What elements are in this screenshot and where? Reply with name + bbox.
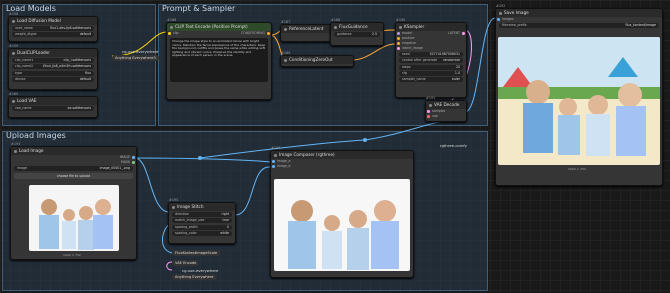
comparison-image-preview xyxy=(274,179,410,271)
node-title: VAE Decode xyxy=(426,101,466,109)
node-id: #190 xyxy=(396,18,406,22)
node-dual-clip-loader[interactable]: #159 DualCLIPLoader clip_name1 clip_l.saf… xyxy=(8,44,98,90)
steps-widget[interactable]: steps 20 xyxy=(399,64,463,70)
filename-prefix-widget[interactable]: filename_prefix flux_kontext/image xyxy=(499,23,659,29)
node-id: #159 xyxy=(9,44,19,48)
input-image-preview xyxy=(29,185,119,251)
node-vae-decode[interactable]: #191 VAE Decode samples vae xyxy=(425,96,467,122)
conditioning-output[interactable]: CONDITIONING xyxy=(167,31,271,36)
spacing-color-widget[interactable]: spacing_color white xyxy=(172,230,232,236)
image-b-input[interactable]: image_b xyxy=(271,164,413,169)
weight-dtype-widget[interactable]: weight_dtype default xyxy=(12,32,94,38)
node-title: DualCLIPLoader xyxy=(9,49,97,57)
group-title: Prompt & Sampler xyxy=(162,4,236,13)
node-title: Image Composer (rgthree) xyxy=(271,151,413,159)
node-id: #193 xyxy=(11,142,21,146)
node-id: #189 xyxy=(281,51,291,55)
node-load-image[interactable]: #193 Load Image IMAGE MASK image image_00… xyxy=(10,142,137,260)
type-widget[interactable]: type flux xyxy=(12,70,94,76)
anything-everywhere-source-tag: cg-use-everywhere xyxy=(182,268,219,273)
node-flux-kontext-image-scale[interactable]: FluxKontextImageScale xyxy=(172,250,221,256)
node-title: Image Stitch xyxy=(169,203,235,211)
node-anything-everywhere3[interactable]: Anything Everywhere3 xyxy=(112,55,159,61)
node-title: Load Diffusion Model xyxy=(9,17,97,25)
device-widget[interactable]: device default xyxy=(12,76,94,82)
seed-widget[interactable]: seed 527741967056031 xyxy=(399,52,463,58)
images-input[interactable]: images xyxy=(496,17,662,22)
output-image-preview xyxy=(498,37,660,165)
sampler-widget[interactable]: sampler_name euler xyxy=(399,76,463,82)
anything-everywhere-source-tag: cg-use-everywhere xyxy=(122,49,159,54)
vae-input[interactable]: vae xyxy=(426,114,466,119)
node-id: #194 xyxy=(271,146,281,150)
clip-name2-widget[interactable]: clip_name2 t5xxl_fp8_e4m3fn.safetensors xyxy=(12,64,94,70)
node-load-vae[interactable]: #160 Load VAE vae_name ae.safetensors xyxy=(8,92,98,118)
node-id: #195 xyxy=(169,198,179,202)
vae-name-widget[interactable]: vae_name ae.safetensors xyxy=(12,106,94,112)
image-size-caption: 1024 × 752 xyxy=(568,167,586,171)
cfg-widget[interactable]: cfg 1.0 xyxy=(399,70,463,76)
group-title: Upload Images xyxy=(6,131,66,140)
node-image-stitch[interactable]: #195 Image Stitch direction right match_i… xyxy=(168,198,236,244)
node-title: KSampler xyxy=(396,23,466,31)
image-size-caption: 1024 × 752 xyxy=(63,253,81,257)
node-flux-guidance[interactable]: #188 FluxGuidance guidance 2.5 xyxy=(330,18,384,46)
node-id: #158 xyxy=(9,12,19,16)
node-vae-encode[interactable]: VAE Encode xyxy=(172,260,200,266)
node-title: FluxGuidance xyxy=(331,23,383,31)
latent-image-input[interactable]: latent_image xyxy=(396,46,466,51)
spacing-width-widget[interactable]: spacing_width 0 xyxy=(172,224,232,230)
rgthree-tag: rgthree-comfy xyxy=(440,143,467,148)
node-id: #192 xyxy=(496,4,506,8)
direction-widget[interactable]: direction right xyxy=(172,212,232,218)
node-image-composer[interactable]: #194 Image Composer (rgthree) image_a im… xyxy=(270,146,414,278)
clip-name1-widget[interactable]: clip_name1 clip_l.safetensors xyxy=(12,58,94,64)
node-id: #188 xyxy=(331,18,341,22)
node-title: Load Image xyxy=(11,147,136,155)
prompt-textarea[interactable]: Change the image style to an animated mo… xyxy=(170,38,268,82)
image-select-widget[interactable]: image image_00001_.png xyxy=(14,166,133,172)
node-title: Save Image xyxy=(496,9,662,17)
node-id: #160 xyxy=(9,92,19,96)
guidance-widget[interactable]: guidance 2.5 xyxy=(334,32,380,38)
upload-button[interactable]: choose file to upload xyxy=(14,173,133,180)
node-conditioning-zero-out[interactable]: #189 ConditioningZeroOut xyxy=(280,51,354,67)
match-image-size-widget[interactable]: match_image_size true xyxy=(172,218,232,224)
unet-name-widget[interactable]: unet_name flux1-dev-fp8.safetensors xyxy=(12,26,94,32)
control-after-generate-widget[interactable]: control after generate randomize xyxy=(399,58,463,64)
node-clip-text-encode[interactable]: #186 CLIP Text Encode (Positive Prompt) … xyxy=(166,18,272,100)
node-title: ConditioningZeroOut xyxy=(281,56,353,64)
node-title: CLIP Text Encode (Positive Prompt) xyxy=(167,23,271,31)
node-load-diffusion-model[interactable]: #158 Load Diffusion Model unet_name flux1… xyxy=(8,12,98,42)
node-id: #191 xyxy=(426,96,436,100)
node-anything-everywhere[interactable]: Anything Everywhere xyxy=(172,274,217,280)
mask-output[interactable]: MASK xyxy=(11,160,136,165)
node-title: Load VAE xyxy=(9,97,97,105)
node-ksampler[interactable]: #190 KSampler model LATENT positive nega… xyxy=(395,18,467,98)
node-id: #187 xyxy=(281,20,291,24)
node-id: #186 xyxy=(167,18,177,22)
node-save-image[interactable]: #192 Save Image images filename_prefix fl… xyxy=(495,4,663,186)
